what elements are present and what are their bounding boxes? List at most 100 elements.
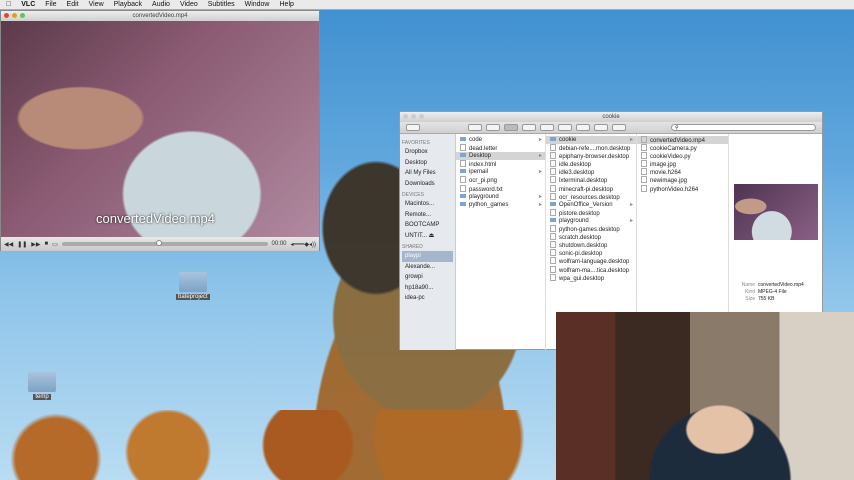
sidebar-item-hp[interactable]: hp18a90... [402, 283, 453, 294]
tags-button[interactable] [612, 124, 626, 131]
time-display: 00:00 [271, 241, 287, 247]
finder-titlebar[interactable]: cookie [400, 112, 822, 122]
file-list-item[interactable]: password.txt [456, 185, 545, 193]
menu-file[interactable]: File [45, 1, 56, 8]
file-list-item[interactable]: movie.h264 [637, 168, 728, 176]
file-list-item[interactable]: wolfram-ma....tica.desktop [546, 266, 636, 274]
file-list-item[interactable]: cookieVideo.py [637, 152, 728, 160]
file-list-item[interactable]: cookieCamera.py [637, 144, 728, 152]
zoom-icon[interactable] [419, 114, 424, 119]
menu-audio[interactable]: Audio [152, 1, 170, 8]
list-view-button[interactable] [486, 124, 500, 131]
sidebar-item-idea-pc[interactable]: idea-pc [402, 293, 453, 304]
file-list-item[interactable]: sonic-pi.desktop [546, 249, 636, 257]
apple-icon[interactable]:  [6, 1, 11, 8]
arrange-button[interactable] [540, 124, 554, 131]
menu-app[interactable]: VLC [21, 1, 35, 8]
desktop-wallpaper-flowers [0, 410, 560, 480]
dropbox-button[interactable] [576, 124, 590, 131]
minimize-icon[interactable] [411, 114, 416, 119]
menu-video[interactable]: Video [180, 1, 198, 8]
menu-subtitles[interactable]: Subtitles [208, 1, 235, 8]
search-input[interactable]: ⚲ [671, 124, 816, 131]
file-list-item[interactable]: python-games.desktop [546, 225, 636, 233]
sidebar-item-all-my-files[interactable]: All My Files [402, 168, 453, 179]
file-list-item[interactable]: convertedVideo.mp4 [637, 136, 728, 145]
fullscreen-icon[interactable]: ▭ [52, 241, 58, 248]
vlc-titlebar[interactable]: convertedVideo.mp4 [1, 11, 319, 21]
menu-view[interactable]: View [89, 1, 104, 8]
column-view-button[interactable] [504, 124, 518, 131]
file-list-item[interactable]: python_games [456, 201, 545, 209]
file-list-item[interactable]: epiphany-browser.desktop [546, 152, 636, 160]
search-icon: ⚲ [675, 125, 679, 131]
file-list-item[interactable]: code [456, 136, 545, 144]
size-value: 755 KB [758, 296, 775, 302]
file-list-item[interactable]: playground [546, 217, 636, 225]
vlc-window: convertedVideo.mp4 convertedVideo.mp4 ◀◀… [0, 10, 320, 251]
sidebar-item-untitled[interactable]: UNTIT... ⏏ [402, 231, 453, 242]
file-list-item[interactable]: minecraft-pi.desktop [546, 185, 636, 193]
desktop-folder-icon[interactable]: temp [28, 372, 56, 400]
forward-icon[interactable]: ▶▶ [31, 241, 40, 248]
file-list-item[interactable]: playground [456, 193, 545, 201]
stop-icon[interactable]: ■ [45, 241, 49, 247]
sidebar-item-remote[interactable]: Remote... [402, 210, 453, 221]
file-list-item[interactable]: debian-refe....mon.desktop [546, 144, 636, 152]
video-frame[interactable]: convertedVideo.mp4 [1, 21, 319, 237]
file-list-item[interactable]: ocr_pi.png [456, 176, 545, 184]
sidebar-item-dropbox[interactable]: Dropbox [402, 147, 453, 158]
file-list-item[interactable]: image.jpg [637, 160, 728, 168]
seek-slider[interactable] [61, 240, 268, 246]
file-list-item[interactable]: pistore.desktop [546, 209, 636, 217]
finder-title: cookie [602, 114, 620, 120]
close-icon[interactable] [4, 13, 9, 18]
zoom-icon[interactable] [20, 13, 25, 18]
back-forward-button[interactable] [406, 124, 420, 131]
folder-label: bateproject [176, 294, 210, 300]
menu-help[interactable]: Help [280, 1, 294, 8]
share-button[interactable] [594, 124, 608, 131]
sidebar-item-bootcamp[interactable]: BOOTCAMP [402, 220, 453, 231]
sidebar-item-alexander[interactable]: Alexande... [402, 262, 453, 273]
menu-playback[interactable]: Playback [114, 1, 142, 8]
file-list-item[interactable]: cookie [546, 136, 636, 145]
file-list-item[interactable]: shutdown.desktop [546, 241, 636, 249]
minimize-icon[interactable] [12, 13, 17, 18]
menu-edit[interactable]: Edit [67, 1, 79, 8]
menu-window[interactable]: Window [245, 1, 270, 8]
action-gear-button[interactable] [558, 124, 572, 131]
file-list-item[interactable]: ipemail [456, 168, 545, 176]
file-list-item[interactable]: idle.desktop [546, 160, 636, 168]
sidebar-item-growpi[interactable]: growpi [402, 272, 453, 283]
sidebar-item-macintosh[interactable]: Macintos... [402, 199, 453, 210]
file-list-item[interactable]: wolfram-language.desktop [546, 257, 636, 265]
file-list-item[interactable]: Desktop [456, 152, 545, 161]
icon-view-button[interactable] [468, 124, 482, 131]
file-list-item[interactable]: lxterminal.desktop [546, 176, 636, 184]
file-list-item[interactable]: wpa_gui.desktop [546, 274, 636, 282]
desktop-folder-icon[interactable]: bateproject [176, 272, 210, 300]
coverflow-view-button[interactable] [522, 124, 536, 131]
file-list-item[interactable]: scratch.desktop [546, 233, 636, 241]
finder-sidebar: FAVORITES Dropbox Desktop All My Files D… [400, 134, 456, 350]
file-list-item[interactable]: dead.letter [456, 144, 545, 152]
sidebar-header-devices: DEVICES [402, 192, 424, 198]
video-thumbnail [734, 184, 818, 240]
sidebar-item-desktop[interactable]: Desktop [402, 158, 453, 169]
file-list-item[interactable]: OpenOffice_Version [546, 201, 636, 209]
file-list-item[interactable]: newimage.jpg [637, 176, 728, 184]
pause-icon[interactable]: ❚❚ [17, 241, 27, 248]
file-list-item[interactable]: index.html [456, 160, 545, 168]
sidebar-item-downloads[interactable]: Downloads [402, 179, 453, 190]
file-list-item[interactable]: pythonVideo.h264 [637, 185, 728, 193]
rewind-icon[interactable]: ◀◀ [4, 241, 13, 248]
file-list-item[interactable]: ocr_resources.desktop [546, 193, 636, 201]
vlc-title: convertedVideo.mp4 [132, 13, 188, 19]
name-value: convertedVideo.mp4 [758, 282, 804, 288]
sidebar-header-shared: SHARED [402, 244, 423, 250]
close-icon[interactable] [403, 114, 408, 119]
file-list-item[interactable]: idle3.desktop [546, 168, 636, 176]
volume-slider[interactable]: ◂━━━◆◂)) [291, 241, 316, 248]
sidebar-item-playpi[interactable]: playpi [402, 251, 453, 262]
